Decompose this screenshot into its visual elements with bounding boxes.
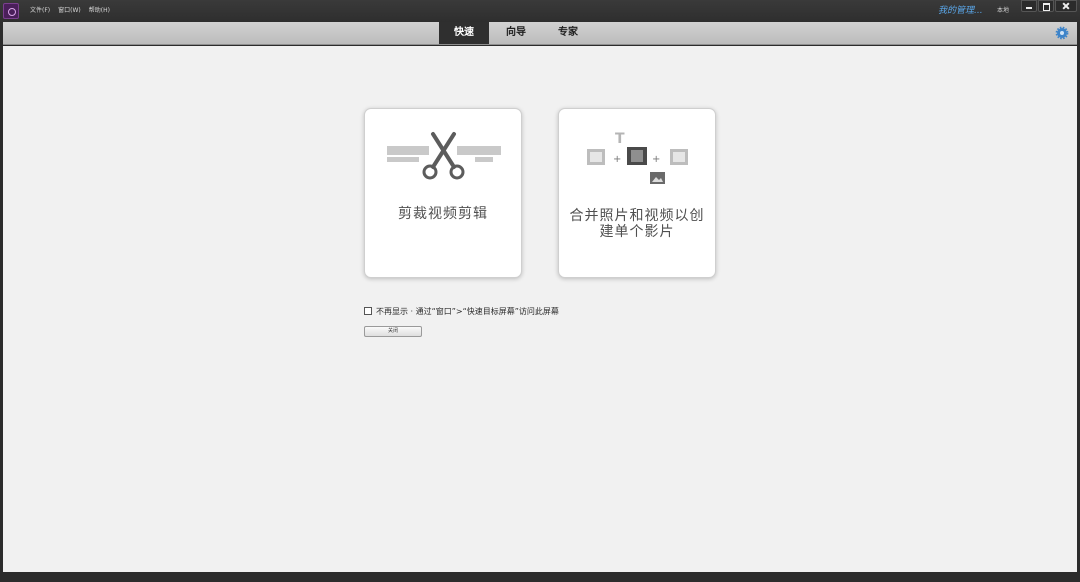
mode-bar: 快速 向导 专家 <box>3 22 1077 45</box>
my-computer-link[interactable]: 我的管理... <box>938 0 983 22</box>
merge-movie-label: 合并照片和视频以创 建单个影片 <box>567 208 707 240</box>
merge-movie-label-line1: 合并照片和视频以创 <box>569 208 705 224</box>
menu-bar: 文件(F) 窗口(W) 帮助(H) <box>30 0 110 22</box>
dont-show-label: 不再显示 · 通过“窗口”>“快速目标屏幕”访问此屏幕 <box>376 306 559 316</box>
close-button[interactable]: 关闭 <box>364 326 422 337</box>
svg-text:+: + <box>613 154 621 165</box>
trim-video-card[interactable]: 剪裁视频剪辑 <box>364 108 522 278</box>
tab-expert[interactable]: 专家 <box>549 22 587 44</box>
svg-text:T: T <box>615 131 625 147</box>
maximize-button[interactable] <box>1038 0 1054 12</box>
bottom-bar <box>0 572 1080 582</box>
merge-movie-label-line2: 建单个影片 <box>599 224 675 240</box>
trim-video-label: 剪裁视频剪辑 <box>398 206 488 222</box>
merge-movie-card[interactable]: T + + 合并照片和视频以创 建单个影片 <box>558 108 716 278</box>
scissors-trim-icon <box>387 132 501 180</box>
close-window-button[interactable] <box>1055 0 1077 12</box>
dont-show-checkbox[interactable] <box>364 307 372 315</box>
svg-text:+: + <box>652 154 660 165</box>
quick-start-screen: 剪裁视频剪辑 T + + 合并照片和视频以创 建单个影片 不再显示 · 通过“窗… <box>3 46 1077 572</box>
tab-quick[interactable]: 快速 <box>439 22 489 44</box>
menu-file[interactable]: 文件(F) <box>30 0 50 22</box>
app-logo-icon[interactable] <box>3 3 19 19</box>
local-label[interactable]: 本地 <box>997 0 1009 22</box>
minimize-button[interactable] <box>1021 0 1037 12</box>
tab-guided[interactable]: 向导 <box>497 22 535 44</box>
menu-help[interactable]: 帮助(H) <box>89 0 110 22</box>
dont-show-again: 不再显示 · 通过“窗口”>“快速目标屏幕”访问此屏幕 <box>364 305 559 317</box>
title-bar: 文件(F) 窗口(W) 帮助(H) 我的管理... 本地 <box>0 0 1080 22</box>
settings-gear-icon[interactable] <box>1055 26 1069 40</box>
menu-window[interactable]: 窗口(W) <box>58 0 81 22</box>
merge-media-icon: T + + <box>587 131 688 184</box>
